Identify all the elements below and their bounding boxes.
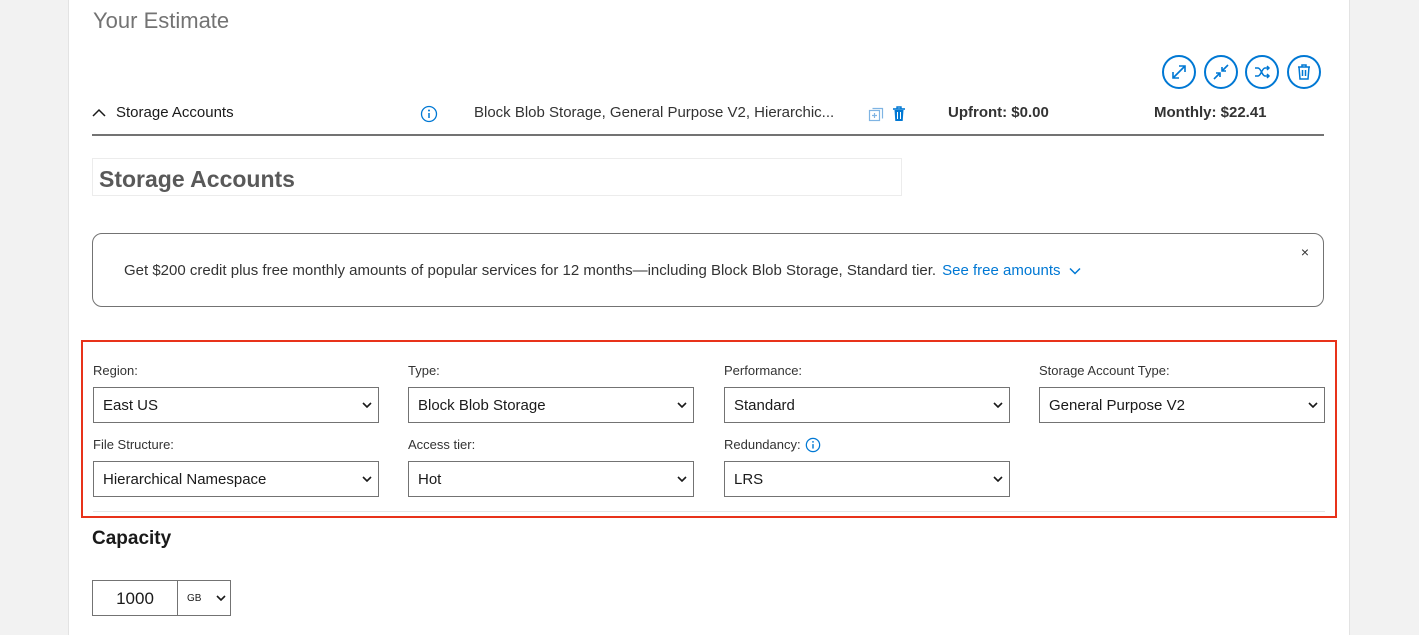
type-field: Type: Block Blob Storage xyxy=(408,362,694,423)
chevron-down-icon xyxy=(993,476,1003,482)
shuffle-icon xyxy=(1255,65,1271,79)
file-structure-value: Hierarchical Namespace xyxy=(103,470,267,488)
capacity-unit-value: GB xyxy=(187,592,202,604)
performance-select[interactable]: Standard xyxy=(724,387,1010,423)
chevron-down-icon xyxy=(362,476,372,482)
access-tier-label: Access tier: xyxy=(408,437,476,452)
see-free-amounts-link[interactable]: See free amounts xyxy=(942,262,1060,279)
capacity-unit-select[interactable]: GB xyxy=(177,580,231,616)
chevron-down-icon xyxy=(677,476,687,482)
chevron-down-icon xyxy=(362,402,372,408)
chevron-up-icon[interactable] xyxy=(92,108,106,118)
account-type-label: Storage Account Type: xyxy=(1039,363,1170,378)
performance-label: Performance: xyxy=(724,363,803,378)
service-name: Storage Accounts xyxy=(116,104,234,121)
monthly-cost: Monthly: $22.41 xyxy=(1154,104,1267,121)
chevron-down-icon xyxy=(1308,402,1318,408)
file-structure-select[interactable]: Hierarchical Namespace xyxy=(93,461,379,497)
upfront-cost: Upfront: $0.00 xyxy=(948,104,1049,121)
access-tier-select[interactable]: Hot xyxy=(408,461,694,497)
banner-close-button[interactable]: × xyxy=(1301,244,1309,260)
type-label: Type: xyxy=(408,363,440,378)
collapse-all-icon xyxy=(1213,64,1229,80)
account-type-select[interactable]: General Purpose V2 xyxy=(1039,387,1325,423)
banner-text: Get $200 credit plus free monthly amount… xyxy=(124,262,937,279)
info-icon[interactable] xyxy=(805,437,821,453)
type-select[interactable]: Block Blob Storage xyxy=(408,387,694,423)
expand-all-button[interactable] xyxy=(1162,55,1196,89)
type-value: Block Blob Storage xyxy=(418,396,546,414)
redundancy-field: Redundancy: LRS xyxy=(724,436,1010,497)
account-type-field: Storage Account Type: General Purpose V2 xyxy=(1039,362,1325,423)
access-tier-field: Access tier: Hot xyxy=(408,436,694,497)
chevron-down-icon xyxy=(677,402,687,408)
redundancy-select[interactable]: LRS xyxy=(724,461,1010,497)
service-name-input[interactable]: Storage Accounts xyxy=(92,158,902,196)
account-type-value: General Purpose V2 xyxy=(1049,396,1185,414)
delete-service-icon[interactable] xyxy=(892,106,906,122)
delete-all-button[interactable] xyxy=(1287,55,1321,89)
configuration-section: Region: East US Type: Block Blob Storage… xyxy=(81,340,1337,518)
chevron-down-icon xyxy=(993,402,1003,408)
delete-all-icon xyxy=(1298,64,1310,80)
region-select[interactable]: East US xyxy=(93,387,379,423)
chevron-down-icon[interactable] xyxy=(1068,267,1081,275)
chevron-down-icon xyxy=(216,595,226,601)
file-structure-label: File Structure: xyxy=(93,437,174,452)
access-tier-value: Hot xyxy=(418,470,442,488)
file-structure-field: File Structure: Hierarchical Namespace xyxy=(93,436,379,497)
expand-all-icon xyxy=(1172,65,1186,79)
capacity-title: Capacity xyxy=(92,528,172,549)
redundancy-label: Redundancy: xyxy=(724,437,801,452)
estimate-panel: Your Estimate Storage Accounts Block Blo… xyxy=(68,0,1350,635)
collapse-all-button[interactable] xyxy=(1204,55,1238,89)
clone-icon[interactable] xyxy=(868,107,884,123)
divider xyxy=(93,511,1325,512)
estimate-title: Your Estimate xyxy=(93,8,230,33)
info-icon[interactable] xyxy=(420,105,438,123)
service-row[interactable]: Storage Accounts Block Blob Storage, Gen… xyxy=(92,96,1324,136)
region-field: Region: East US xyxy=(93,362,379,423)
region-value: East US xyxy=(103,396,159,414)
region-label: Region: xyxy=(93,363,138,378)
capacity-input[interactable]: 1000 xyxy=(92,580,178,616)
performance-value: Standard xyxy=(734,396,795,414)
redundancy-value: LRS xyxy=(734,470,764,488)
performance-field: Performance: Standard xyxy=(724,362,1010,423)
free-credit-banner: Get $200 credit plus free monthly amount… xyxy=(92,233,1324,307)
shuffle-button[interactable] xyxy=(1245,55,1279,89)
service-description: Block Blob Storage, General Purpose V2, … xyxy=(474,104,835,121)
